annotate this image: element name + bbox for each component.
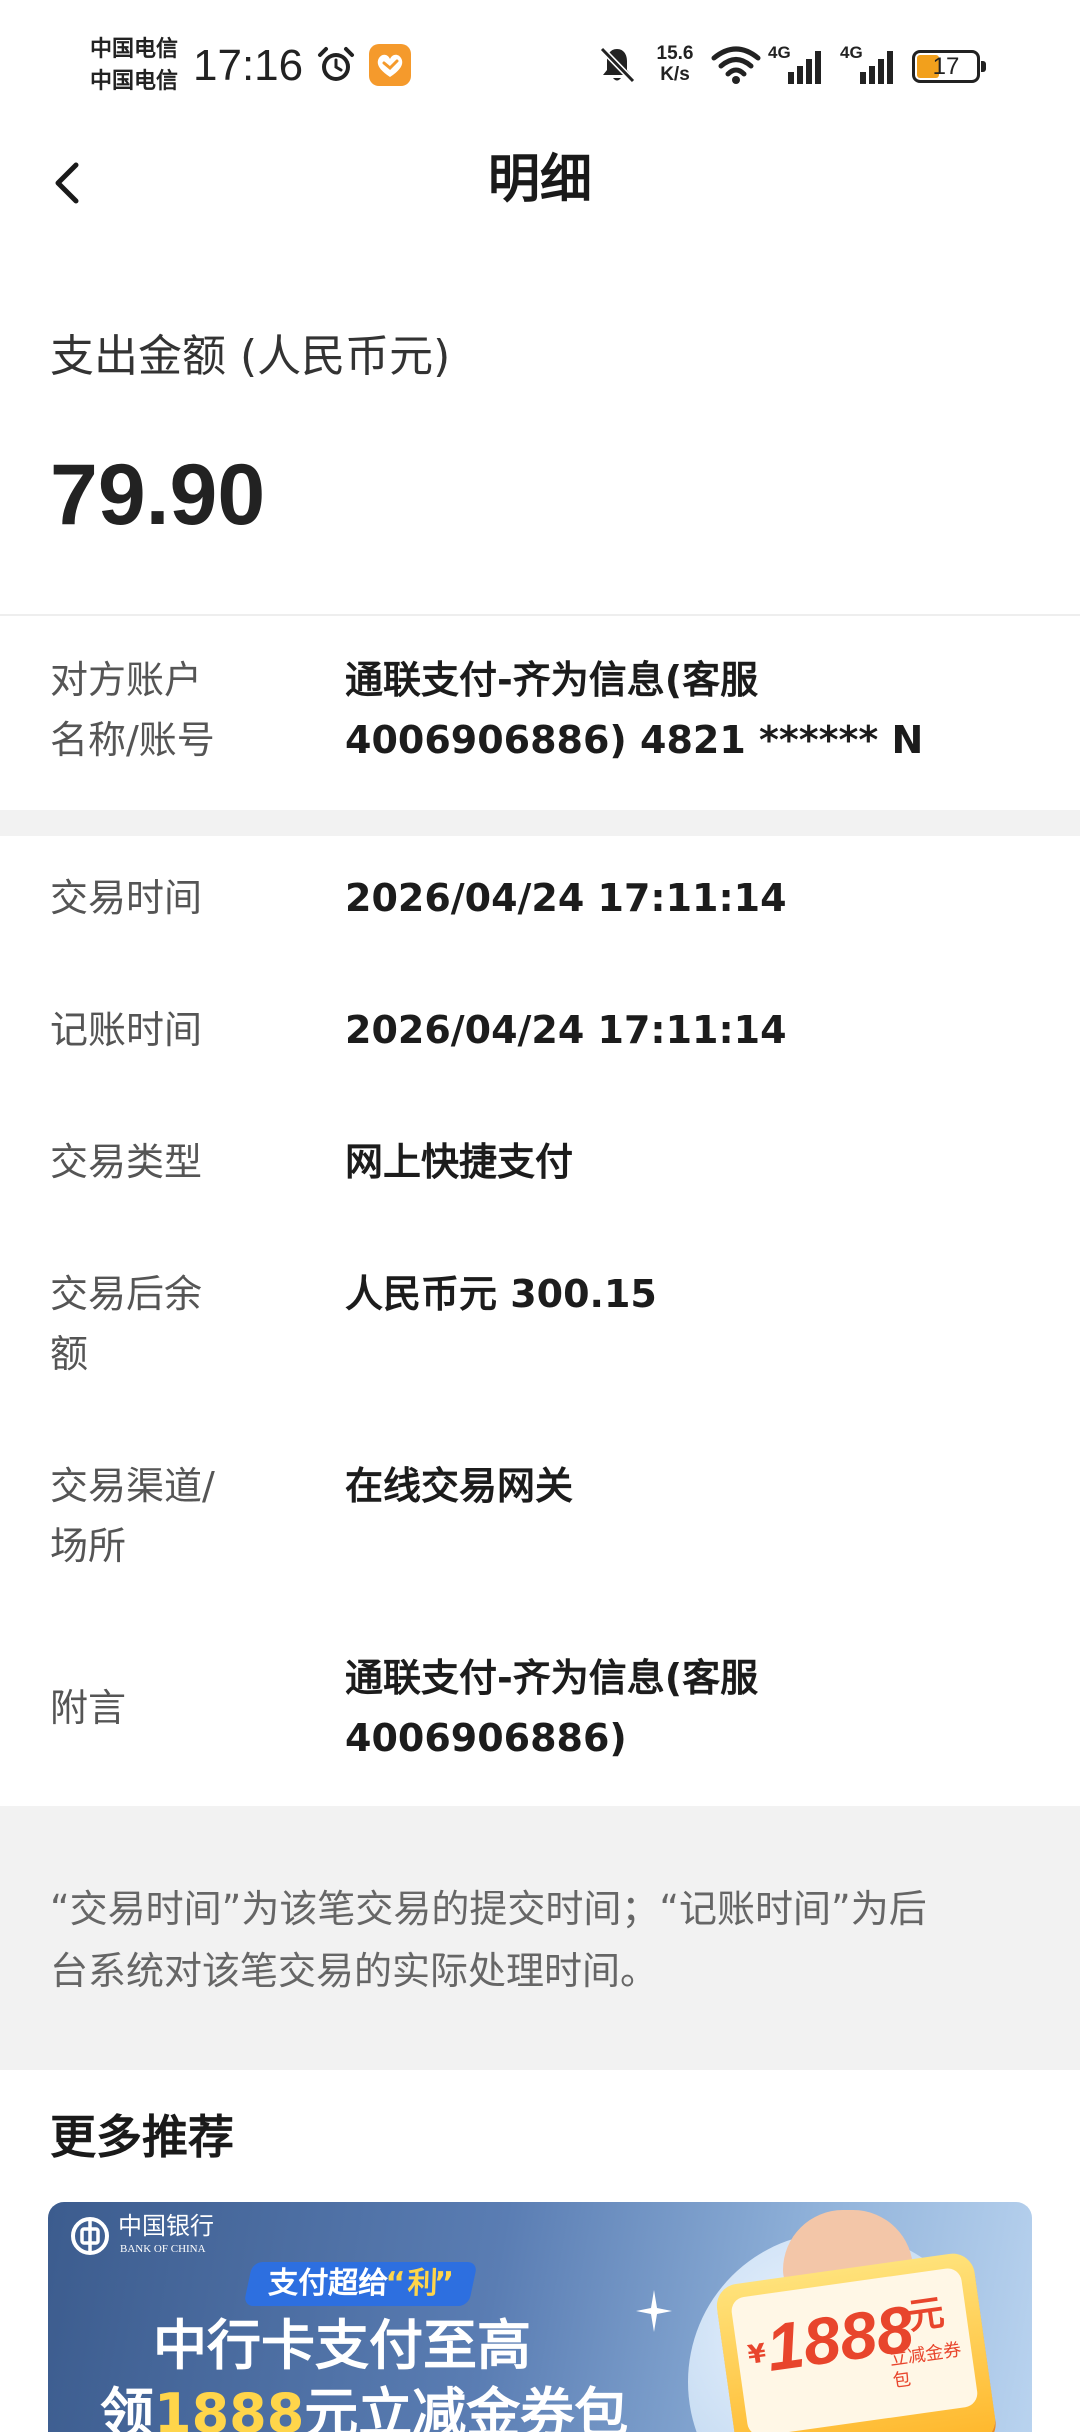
counterparty-label-line1: 对方账户	[50, 658, 203, 702]
page-title: 明细	[487, 150, 592, 210]
status-time: 17:16	[193, 41, 304, 90]
bank-name-en: BANK OF CHINA	[120, 2243, 206, 2255]
note-line2: 台系统对该笔交易的实际处理时间。	[50, 1949, 659, 1993]
channel-value: 在线交易网关	[345, 1464, 574, 1508]
note-line1: “交易时间”为该笔交易的提交时间；“记账时间”为后	[50, 1887, 927, 1931]
coupon-currency: ¥	[745, 2338, 768, 2371]
balance-after-label: 交易后余 额	[50, 1264, 290, 1384]
trade-type-value: 网上快捷支付	[345, 1140, 574, 1184]
promo-headline-2-suffix: 元立减金券包	[304, 2382, 629, 2432]
remark-value: 通联支付-齐为信息(客服 4006906886)	[345, 1648, 1035, 1768]
amount-label: 支出金额 (人民币元)	[50, 331, 451, 382]
promo-banner[interactable]: 中国银行 BANK OF CHINA 支付超给“利” 中行卡支付至高 领1888…	[48, 2202, 1032, 2432]
bank-name-cn: 中国银行	[118, 2212, 214, 2240]
app-notification-icon	[368, 43, 412, 91]
battery-tip	[981, 61, 986, 72]
battery-icon: 17	[912, 50, 980, 83]
channel-label: 交易渠道/ 场所	[50, 1456, 290, 1576]
post-time-label: 记账时间	[50, 1008, 203, 1052]
post-time-row: 记账时间 2026/04/24 17:11:14	[0, 1000, 1080, 1060]
mute-icon	[597, 44, 637, 90]
chevron-left-icon	[55, 162, 79, 204]
balance-after-value: 人民币元 300.15	[345, 1272, 657, 1316]
promo-tag-prefix: 支付超给	[262, 2266, 390, 2301]
signal-2-label: 4G	[840, 43, 863, 62]
network-speed: 15.6 K/s	[650, 43, 700, 85]
header: 明细	[0, 135, 1080, 235]
carrier-2: 中国电信	[90, 69, 179, 94]
wifi-icon	[711, 45, 761, 89]
coupon-unit: 元	[905, 2292, 947, 2339]
more-recommendations-title: 更多推荐	[50, 2110, 234, 2164]
promo-headline-2: 领1888元立减金券包	[100, 2382, 628, 2432]
remark-value-line1: 通联支付-齐为信息(客服	[345, 1656, 759, 1700]
counterparty-row: 对方账户 名称/账号 通联支付-齐为信息(客服 4006906886) 4821…	[0, 650, 1080, 780]
trade-time-value: 2026/04/24 17:11:14	[345, 876, 787, 920]
divider	[0, 614, 1080, 616]
section-gap	[0, 810, 1080, 836]
counterparty-label: 对方账户 名称/账号	[50, 650, 290, 770]
back-button[interactable]	[40, 145, 120, 225]
channel-label-line1: 交易渠道/	[50, 1464, 215, 1508]
channel-row: 交易渠道/ 场所 在线交易网关	[0, 1456, 1080, 1576]
promo-tag: 支付超给“利”	[243, 2262, 478, 2306]
post-time-value: 2026/04/24 17:11:14	[345, 1008, 787, 1052]
trade-type-row: 交易类型 网上快捷支付	[0, 1132, 1080, 1192]
signal-icon: 4G	[840, 42, 898, 92]
counterparty-value: 通联支付-齐为信息(客服 4006906886) 4821 ****** N	[345, 650, 1035, 770]
balance-after-row: 交易后余 额 人民币元 300.15	[0, 1264, 1080, 1384]
channel-label-line2: 场所	[50, 1524, 127, 1568]
bank-logo-icon	[71, 2217, 109, 2255]
promo-tag-highlight: “利”	[382, 2266, 459, 2301]
carrier-labels: 中国电信 中国电信	[90, 34, 178, 98]
promo-headline-2-highlight: 1888	[154, 2382, 305, 2432]
signal-icon: 4G	[768, 42, 826, 92]
remark-value-line2: 4006906886)	[345, 1716, 627, 1760]
balance-after-label-line1: 交易后余	[50, 1272, 203, 1316]
remark-label: 附言	[50, 1686, 127, 1730]
trade-type-label: 交易类型	[50, 1140, 203, 1184]
trade-time-label: 交易时间	[50, 876, 203, 920]
note-text: “交易时间”为该笔交易的提交时间；“记账时间”为后 台系统对该笔交易的实际处理时…	[50, 1878, 1030, 2002]
network-speed-value: 15.6	[656, 43, 694, 64]
counterparty-value-line1: 通联支付-齐为信息(客服	[345, 658, 759, 702]
coupon-inner: ¥ 1888 元 立减金券包	[729, 2266, 980, 2432]
note-section: “交易时间”为该笔交易的提交时间；“记账时间”为后 台系统对该笔交易的实际处理时…	[0, 1806, 1080, 2070]
promo-headline-2-prefix: 领	[100, 2382, 154, 2432]
balance-after-label-line2: 额	[50, 1332, 89, 1376]
signal-1-label: 4G	[768, 43, 791, 62]
promo-headline-1: 中行卡支付至高	[153, 2314, 531, 2377]
sparkle-icon	[636, 2290, 672, 2332]
alarm-icon	[316, 45, 356, 89]
carrier-1: 中国电信	[90, 37, 179, 62]
remark-row: 附言 通联支付-齐为信息(客服 4006906886)	[0, 1648, 1080, 1768]
network-speed-unit: K/s	[660, 64, 690, 85]
amount-value: 79.90	[50, 447, 266, 543]
battery-percent: 17	[932, 53, 960, 80]
status-bar: 中国电信 中国电信 17:16 15.6 K/s 4G 4G 17	[0, 0, 1080, 135]
trade-time-row: 交易时间 2026/04/24 17:11:14	[0, 868, 1080, 928]
counterparty-label-line2: 名称/账号	[50, 718, 215, 762]
counterparty-value-line2: 4006906886) 4821 ****** N	[345, 718, 924, 762]
